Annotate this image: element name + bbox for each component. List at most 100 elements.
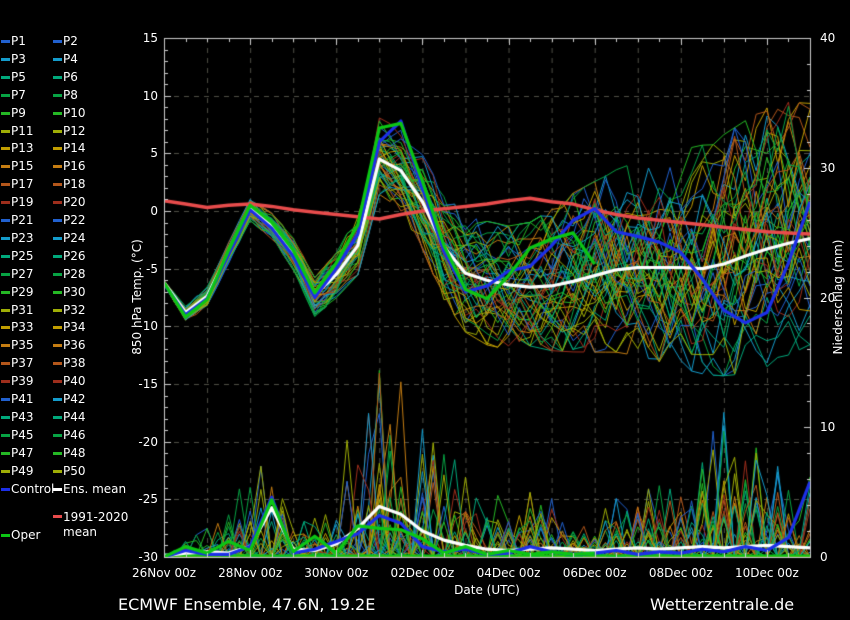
- legend-color-swatch: [53, 273, 62, 276]
- legend-item-label: P24: [63, 232, 86, 245]
- footer-model-info: ECMWF Ensemble, 47.6N, 19.2E: [118, 595, 375, 614]
- legend-color-swatch: [53, 515, 62, 518]
- ensemble-meteogram-figure: Budapest (HU) 850 hPa Temp. & Niederschl…: [0, 0, 850, 620]
- legend-color-swatch: [53, 219, 62, 222]
- legend-item-label: P14: [63, 142, 86, 155]
- legend-item-label: P3: [11, 53, 26, 66]
- legend-color-swatch: [53, 398, 62, 401]
- legend-color-swatch: [1, 362, 10, 365]
- legend-color-swatch: [1, 470, 10, 473]
- legend-color-swatch: [1, 291, 10, 294]
- legend-color-swatch: [1, 165, 10, 168]
- legend-color-swatch: [1, 112, 10, 115]
- y-tick-label-right: 10: [820, 420, 850, 434]
- legend-color-swatch: [1, 58, 10, 61]
- y-tick-label-left: 15: [104, 31, 158, 45]
- legend-item-label: P48: [63, 447, 86, 460]
- legend-color-swatch: [53, 416, 62, 419]
- legend-item-label: P29: [11, 286, 34, 299]
- legend-color-swatch: [1, 130, 10, 133]
- legend-color-swatch: [1, 344, 10, 347]
- legend-color-swatch: [1, 255, 10, 258]
- legend-color-swatch: [53, 344, 62, 347]
- legend-item-label: P5: [11, 71, 26, 84]
- legend-color-swatch: [1, 219, 10, 222]
- y-tick-label-left: -25: [104, 492, 158, 506]
- legend-color-swatch: [1, 452, 10, 455]
- y-tick-label-left: 0: [104, 204, 158, 218]
- legend-color-swatch: [53, 94, 62, 97]
- legend-color-swatch: [1, 201, 10, 204]
- legend-item-label: P42: [63, 393, 86, 406]
- y-tick-label-right: 40: [820, 31, 850, 45]
- legend-item-label: P25: [11, 250, 34, 263]
- x-tick-label: 10Dec 00z: [727, 566, 807, 580]
- legend-color-swatch: [53, 470, 62, 473]
- legend-color-swatch: [1, 273, 10, 276]
- legend-item-label: P17: [11, 178, 34, 191]
- legend-color-swatch: [53, 76, 62, 79]
- legend-item-label: P49: [11, 465, 34, 478]
- legend-item-label: Oper: [11, 529, 40, 542]
- y-tick-label-right: 0: [820, 550, 850, 564]
- legend-item-label: P31: [11, 304, 34, 317]
- legend-color-swatch: [53, 255, 62, 258]
- legend-item-label: P39: [11, 375, 34, 388]
- legend-item-label: P16: [63, 160, 86, 173]
- legend-item-label: P12: [63, 125, 86, 138]
- legend-color-swatch: [1, 183, 10, 186]
- x-tick-label: 28Nov 00z: [210, 566, 290, 580]
- legend-item-label: P21: [11, 214, 34, 227]
- legend-item-label: 1991-2020 mean: [63, 510, 135, 540]
- legend-color-swatch: [1, 434, 10, 437]
- legend-color-swatch: [1, 76, 10, 79]
- legend-color-swatch: [1, 326, 10, 329]
- y-tick-label-left: -20: [104, 435, 158, 449]
- y-tick-label-right: 30: [820, 161, 850, 175]
- legend-item-label: P10: [63, 107, 86, 120]
- left-axis-title: 850 hPa Temp. (°C): [130, 239, 144, 355]
- legend-item-label: P19: [11, 196, 34, 209]
- legend-item-label: P28: [63, 268, 86, 281]
- legend-item-label: P50: [63, 465, 86, 478]
- legend-item-label: P43: [11, 411, 34, 424]
- x-tick-label: 06Dec 00z: [555, 566, 635, 580]
- legend-item-label: P18: [63, 178, 86, 191]
- legend-color-swatch: [53, 309, 62, 312]
- right-axis-title: Niederschlag (mm): [831, 240, 845, 355]
- legend-item-label: P32: [63, 304, 86, 317]
- legend-item-label: P1: [11, 35, 26, 48]
- legend-item-label: P44: [63, 411, 86, 424]
- y-tick-label-left: -15: [104, 377, 158, 391]
- legend-item-label: P35: [11, 339, 34, 352]
- legend-color-swatch: [1, 237, 10, 240]
- legend-item-label: P13: [11, 142, 34, 155]
- legend-item-label: P37: [11, 357, 34, 370]
- legend-color-swatch: [1, 398, 10, 401]
- legend-color-swatch: [53, 58, 62, 61]
- legend-item-label: P8: [63, 89, 78, 102]
- y-tick-label-left: 5: [104, 146, 158, 160]
- legend-color-swatch: [53, 130, 62, 133]
- legend-item-label: P36: [63, 339, 86, 352]
- legend-color-swatch: [53, 380, 62, 383]
- legend-color-swatch: [53, 362, 62, 365]
- legend-item-label: P4: [63, 53, 78, 66]
- legend-color-swatch: [53, 147, 62, 150]
- legend-color-swatch: [1, 488, 10, 491]
- legend-item-label: P46: [63, 429, 86, 442]
- legend-item-label: P9: [11, 107, 26, 120]
- legend-item-label: P30: [63, 286, 86, 299]
- legend-color-swatch: [53, 488, 62, 491]
- legend-color-swatch: [53, 237, 62, 240]
- legend-item-label: P40: [63, 375, 86, 388]
- legend-color-swatch: [1, 416, 10, 419]
- legend-color-swatch: [1, 380, 10, 383]
- legend-color-swatch: [1, 309, 10, 312]
- legend-color-swatch: [1, 147, 10, 150]
- y-tick-label-left: -30: [104, 550, 158, 564]
- legend-color-swatch: [53, 326, 62, 329]
- legend-item-label: P47: [11, 447, 34, 460]
- legend-color-swatch: [53, 112, 62, 115]
- legend-item-label: P23: [11, 232, 34, 245]
